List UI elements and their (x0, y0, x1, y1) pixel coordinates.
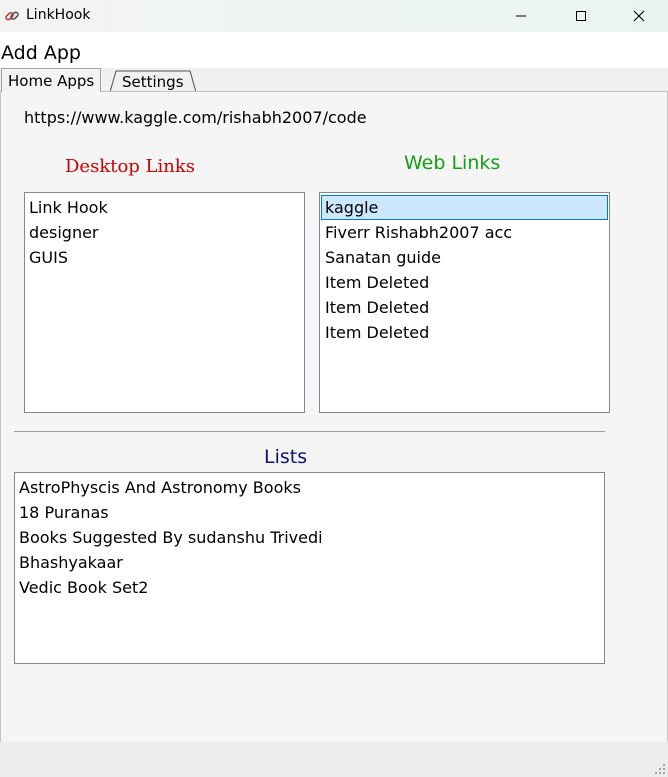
tab-strip: Home Apps Settings (0, 68, 668, 92)
lists-heading: Lists (264, 446, 308, 468)
status-bar (0, 742, 668, 777)
lists-list[interactable]: AstroPhyscis And Astronomy Books 18 Pura… (14, 472, 605, 664)
web-link-item[interactable]: Item Deleted (321, 320, 608, 345)
desktop-links-heading: Desktop Links (65, 156, 195, 177)
list-item[interactable]: Bhashyakaar (15, 550, 604, 575)
minimize-icon (516, 15, 526, 17)
tab-home-apps[interactable]: Home Apps (1, 68, 101, 92)
web-links-heading: Web Links (404, 152, 501, 174)
title-bar[interactable]: LinkHook (0, 0, 668, 32)
list-item[interactable]: Vedic Book Set2 (15, 575, 604, 600)
close-icon (633, 10, 645, 22)
maximize-icon (576, 11, 586, 21)
desktop-link-item[interactable]: Link Hook (25, 195, 304, 220)
section-divider (14, 431, 605, 432)
resize-grip-icon[interactable] (654, 763, 666, 775)
tab-home-apps-label: Home Apps (8, 72, 95, 90)
list-item[interactable]: Books Suggested By sudanshu Trivedi (15, 525, 604, 550)
list-item[interactable]: 18 Puranas (15, 500, 604, 525)
web-link-item-selected[interactable]: kaggle (321, 195, 608, 220)
tab-settings-label: Settings (122, 73, 184, 91)
desktop-link-item[interactable]: GUIS (25, 245, 304, 270)
maximize-button[interactable] (558, 0, 604, 32)
tab-settings[interactable]: Settings (110, 70, 196, 92)
web-link-item[interactable]: Sanatan guide (321, 245, 608, 270)
close-button[interactable] (616, 0, 662, 32)
web-link-item[interactable]: Item Deleted (321, 270, 608, 295)
desktop-links-list[interactable]: Link Hook designer GUIS (24, 192, 305, 413)
current-url: https://www.kaggle.com/rishabh2007/code (24, 108, 367, 127)
web-link-item[interactable]: Item Deleted (321, 295, 608, 320)
menu-bar: Add App (0, 32, 668, 68)
minimize-button[interactable] (498, 0, 544, 32)
window-title: LinkHook (26, 7, 91, 23)
web-link-item[interactable]: Fiverr Rishabh2007 acc (321, 220, 608, 245)
web-links-list[interactable]: kaggle Fiverr Rishabh2007 acc Sanatan gu… (319, 192, 610, 413)
list-item[interactable]: AstroPhyscis And Astronomy Books (15, 475, 604, 500)
desktop-link-item[interactable]: designer (25, 220, 304, 245)
add-app-menu[interactable]: Add App (1, 42, 81, 64)
link-icon (4, 8, 20, 24)
